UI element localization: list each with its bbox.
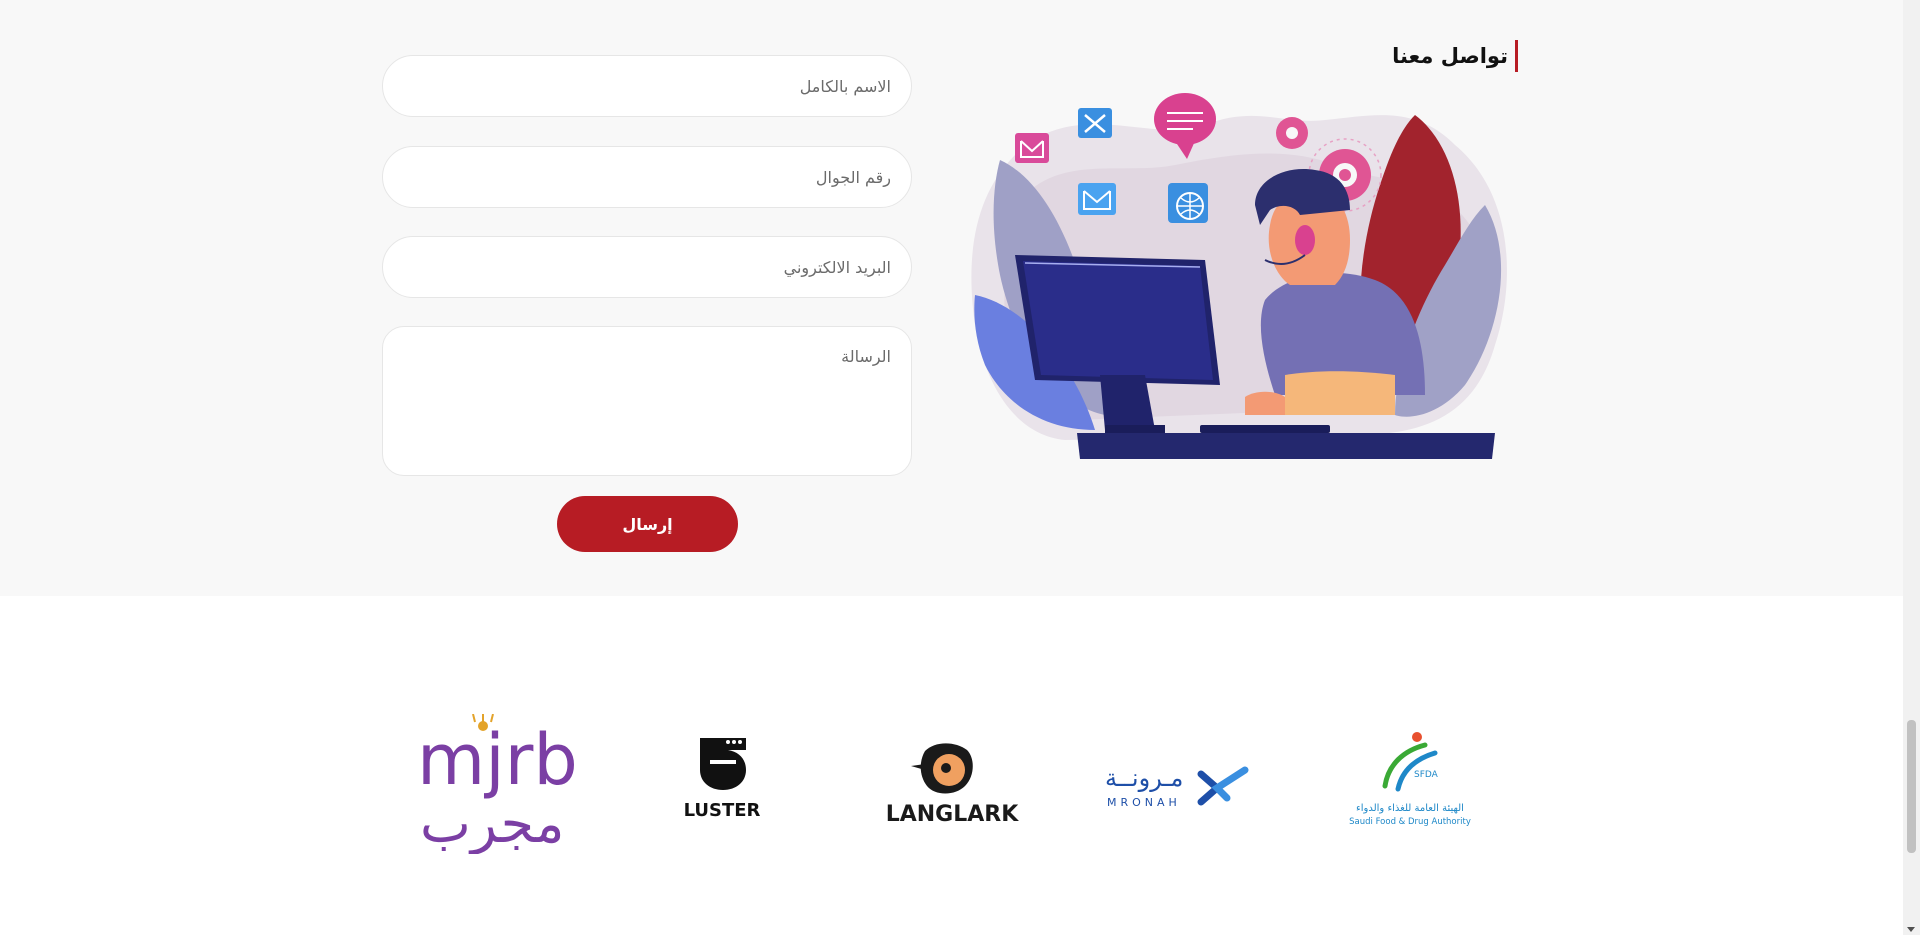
sfda-logo-english: Saudi Food & Drug Authority [1349, 817, 1471, 827]
mjrb-logo: mjrb مجرب [417, 714, 575, 854]
full-name-field-wrapper [382, 55, 912, 117]
mronah-logo-arabic: مـرونــة [1105, 764, 1183, 792]
section-title: تواصل معنا [1392, 40, 1518, 72]
contact-section: تواصل معنا إرسال [0, 0, 1903, 596]
sfda-logo-arabic: الهيئة العامة للغذاء والدواء [1356, 803, 1464, 814]
scrollbar-thumb[interactable] [1907, 720, 1916, 853]
mjrb-logo-latin: mjrb [417, 719, 575, 801]
luster-logo-text: LUSTER [684, 800, 761, 821]
email-field-wrapper [382, 236, 912, 298]
full-name-input[interactable] [383, 56, 911, 116]
submit-button[interactable]: إرسال [557, 496, 738, 552]
tools-icon [1078, 108, 1112, 138]
message-field-wrapper [382, 326, 912, 476]
mjrb-logo-arabic: مجرب [420, 792, 564, 854]
luster-logo: LUSTER [684, 738, 761, 821]
sfda-logo-badge: SFDA [1414, 770, 1439, 780]
mobile-field-wrapper [382, 146, 912, 208]
page: تواصل معنا إرسال [0, 0, 1903, 935]
globe-icon [1168, 183, 1208, 223]
langlark-logo-text: LANGLARK [886, 802, 1020, 827]
support-agent-illustration [971, 93, 1507, 459]
mronah-logo-latin: MRONAH [1107, 796, 1181, 809]
mronah-logo: مـرونــة MRONAH [1105, 764, 1249, 809]
partners-logos: mjrb مجرب LUSTER LANGLARK مـرونــة MRONA… [0, 596, 1903, 935]
envelope-icon [1015, 133, 1049, 163]
vertical-scrollbar[interactable] [1903, 0, 1920, 935]
mail-icon [1078, 183, 1116, 215]
sfda-logo: SFDA الهيئة العامة للغذاء والدواء Saudi … [1349, 732, 1471, 827]
mobile-input[interactable] [383, 147, 911, 207]
message-textarea[interactable] [383, 327, 911, 475]
scroll-down-arrow-icon[interactable] [1907, 927, 1915, 932]
langlark-logo: LANGLARK [886, 743, 1020, 827]
email-input[interactable] [383, 237, 911, 297]
